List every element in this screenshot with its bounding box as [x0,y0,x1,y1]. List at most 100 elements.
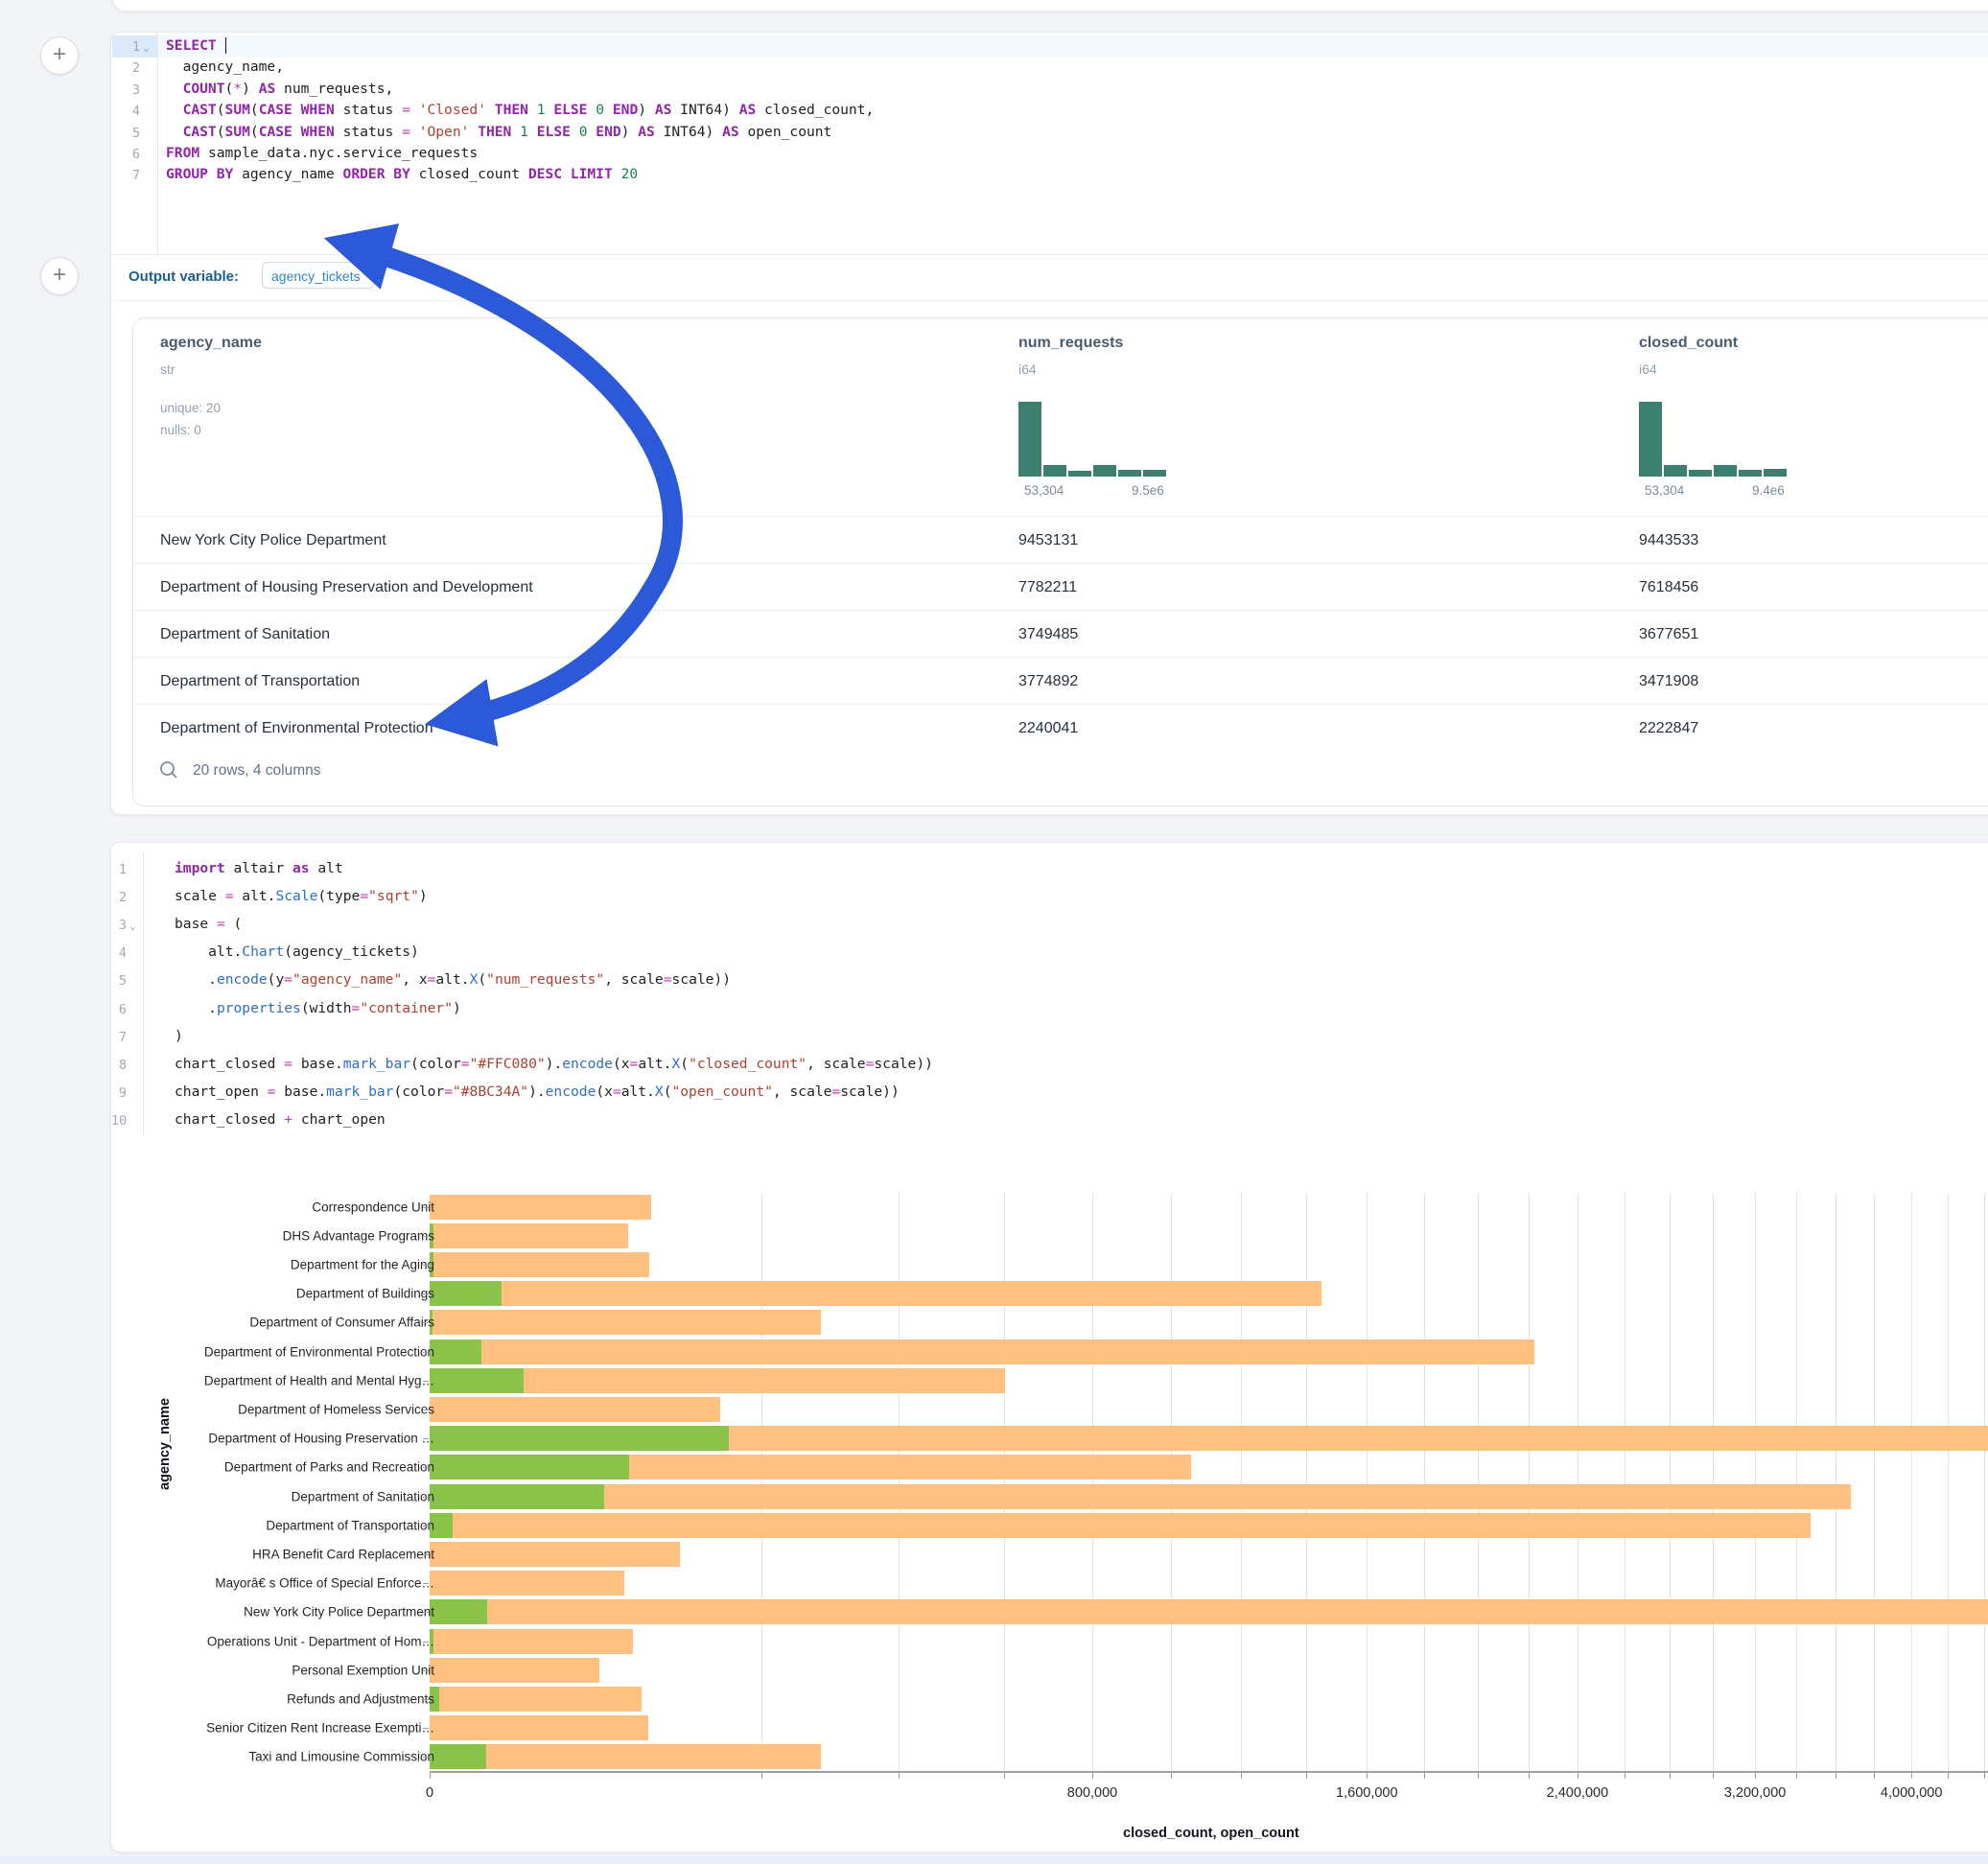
code-line[interactable]: ) [175,1028,1988,1044]
output-variable-pill[interactable]: agency_tickets [262,262,375,289]
table-row[interactable]: Department of Housing Preservation and D… [133,563,1988,611]
line-number: 6 [111,1002,127,1017]
table-row[interactable]: New York City Police Department945313194… [133,516,1988,564]
bar-closed-count[interactable] [430,1223,628,1248]
bar-open-count[interactable] [430,1744,486,1769]
table-body: New York City Police Department945313194… [133,516,1988,752]
bar-closed-count[interactable] [430,1340,1534,1364]
x-axis-tick [1424,1772,1425,1779]
output-variable-label: Output variable: [129,268,239,285]
x-axis-tick [1755,1772,1756,1779]
code-line[interactable]: CAST(SUM(CASE WHEN status = 'Closed' THE… [166,102,1988,118]
chart-gridline [1424,1193,1425,1772]
code-line[interactable]: scale = alt.Scale(type="sqrt") [175,888,1988,904]
histogram-bar [1093,465,1116,477]
y-axis-label: Department of Consumer Affairs [249,1316,434,1330]
y-axis-label: Refunds and Adjustments [287,1692,434,1707]
code-line[interactable]: COUNT(*) AS num_requests, [166,81,1988,97]
line-number: 7 [111,1030,127,1045]
table-row[interactable]: Department of Environmental Protection22… [133,704,1988,752]
bar-open-count[interactable] [430,1340,481,1364]
chart-gridline [1796,1193,1797,1772]
code-line[interactable]: chart_open = base.mark_bar(color="#8BC34… [175,1083,1988,1100]
column-name[interactable]: agency_name [160,335,262,352]
bar-open-count[interactable] [430,1281,502,1306]
collapse-chevron-icon[interactable]: ⌄ [143,41,150,54]
code-line[interactable]: import altair as alt [175,860,1988,876]
code-line[interactable]: base = ( [175,916,1988,932]
bar-closed-count[interactable] [430,1513,1811,1538]
table-cell: Department of Housing Preservation and D… [160,564,533,611]
bar-closed-count[interactable] [430,1310,821,1335]
x-axis-tick [1796,1772,1797,1779]
bar-open-count[interactable] [430,1368,524,1393]
table-row-count: 20 rows, 4 columns [193,762,321,780]
bar-closed-count[interactable] [430,1744,821,1769]
column-name[interactable]: closed_count [1639,335,1738,352]
x-axis-tick [1713,1772,1714,1779]
code-line[interactable]: CAST(SUM(CASE WHEN status = 'Open' THEN … [166,124,1988,140]
add-cell-button-output[interactable]: + [40,257,79,295]
code-line[interactable]: GROUP BY agency_name ORDER BY closed_cou… [166,166,1988,182]
bar-closed-count[interactable] [430,1715,648,1740]
table-cell: New York City Police Department [160,517,386,564]
code-line[interactable]: SELECT [166,37,1988,54]
search-icon[interactable] [158,759,179,781]
code-line[interactable]: .properties(width="container") [175,1000,1988,1016]
bar-closed-count[interactable] [430,1571,624,1596]
bar-closed-count[interactable] [430,1397,720,1422]
bar-open-count[interactable] [430,1599,487,1624]
y-axis-tick [423,1612,429,1613]
code-line[interactable]: chart_closed = base.mark_bar(color="#FFC… [175,1056,1988,1072]
table-row[interactable]: Department of Transportation377489234719… [133,657,1988,705]
y-axis-tick [423,1293,429,1294]
y-axis-label: Taxi and Limousine Commission [248,1750,434,1764]
y-axis-label: Correspondence Unit [312,1200,434,1214]
add-cell-button-top[interactable]: + [40,36,79,75]
x-axis-title: closed_count, open_count [1123,1826,1299,1840]
collapse-chevron-icon[interactable]: ⌄ [129,920,136,932]
bar-closed-count[interactable] [430,1542,680,1567]
code-line[interactable]: alt.Chart(agency_tickets) [175,944,1988,960]
bar-closed-count[interactable] [430,1599,1988,1624]
bar-closed-count[interactable] [430,1629,633,1654]
table-cell: 7782211 [1018,564,1077,611]
table-cell: 9453131 [1018,517,1078,564]
bar-closed-count[interactable] [430,1252,649,1277]
y-axis-tick [423,1467,429,1468]
bar-closed-count[interactable] [430,1484,1851,1509]
line-number: 7 [111,168,140,183]
y-axis-tick [423,1352,429,1353]
code-line[interactable]: .encode(y="agency_name", x=alt.X("num_re… [175,971,1988,988]
bar-closed-count[interactable] [430,1687,642,1712]
bar-closed-count[interactable] [430,1658,599,1683]
y-axis-label: DHS Advantage Programs [283,1228,434,1243]
x-axis-tick [1478,1772,1479,1779]
chart-gridline [1948,1193,1949,1772]
x-axis-tick [430,1772,431,1779]
cell-divider [111,254,1988,255]
y-axis-tick [423,1322,429,1323]
python-code-editor[interactable]: 1import altair as alt2scale = alt.Scale(… [111,843,1988,1140]
column-name[interactable]: num_requests [1018,335,1123,352]
bar-open-count[interactable] [430,1426,729,1451]
bar-open-count[interactable] [430,1484,604,1509]
y-axis-label: Operations Unit - Department of Hom… [207,1634,434,1648]
code-line[interactable]: chart_closed + chart_open [175,1111,1988,1128]
code-line[interactable]: FROM sample_data.nyc.service_requests [166,145,1988,161]
bar-closed-count[interactable] [430,1195,651,1220]
line-number: 9 [111,1085,127,1101]
sql-code-editor[interactable]: 1⌄SELECT 2 agency_name,3 COUNT(*) AS num… [111,33,1988,254]
chart-gridline [1670,1193,1671,1772]
bar-closed-count[interactable] [430,1281,1321,1306]
table-row[interactable]: Department of Sanitation37494853677651 [133,610,1988,658]
table-cell: 3749485 [1018,611,1078,658]
code-line[interactable]: agency_name, [166,58,1988,75]
column-meta: unique: 20nulls: 0 [160,397,221,441]
x-axis-tick [1578,1772,1579,1779]
y-axis-tick [423,1642,429,1643]
bar-open-count[interactable] [430,1455,629,1480]
x-axis-tick [1948,1772,1949,1779]
table-cell: 2222847 [1639,705,1698,752]
y-axis-tick [423,1670,429,1671]
